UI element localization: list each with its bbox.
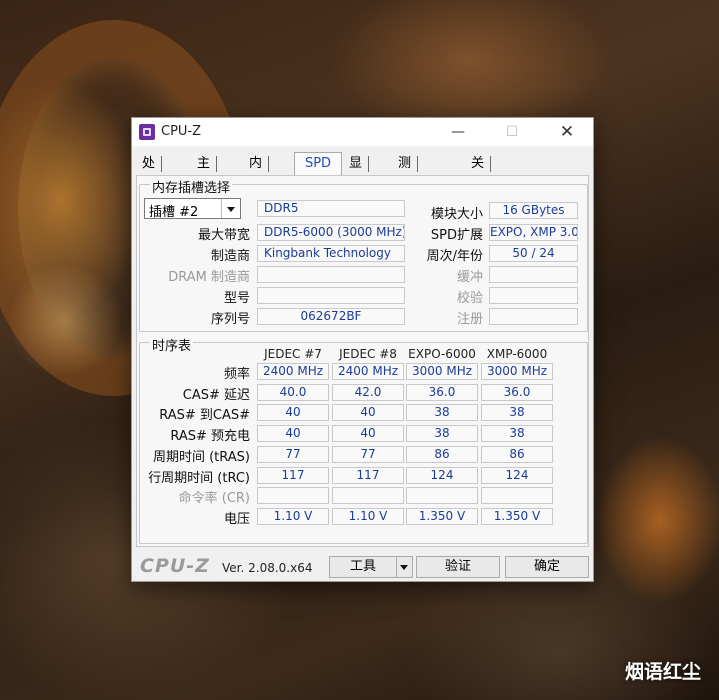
label-part-number: 型号 xyxy=(223,291,250,306)
label-module-size: 模块大小 xyxy=(430,207,483,222)
tab-graphics[interactable]: 显卡 xyxy=(345,153,370,192)
label-buffered: 缓冲 xyxy=(456,270,483,285)
label-correction: 校验 xyxy=(456,291,483,306)
timing-cell: 36.0 xyxy=(406,384,478,401)
slot-select[interactable]: 插槽 #2 xyxy=(144,198,241,220)
timing-cell xyxy=(406,487,478,504)
serial-field: 062672BF xyxy=(257,308,405,325)
module-size-field: 16 GBytes xyxy=(489,202,578,219)
timing-cell: 1.350 V xyxy=(481,508,553,525)
timing-row-label: 周期时间 (tRAS) xyxy=(152,450,250,465)
version-text: Ver. 2.08.0.x64 xyxy=(222,561,313,575)
manufacturer-field: Kingbank Technology xyxy=(257,245,405,262)
validate-button[interactable]: 验证 xyxy=(416,556,500,578)
timing-cell: 77 xyxy=(332,446,404,463)
cpuz-logo: CPU-Z xyxy=(140,555,210,577)
timing-cell: 38 xyxy=(406,425,478,442)
timing-cell: 117 xyxy=(332,467,404,484)
tab-bench[interactable]: 测试分数 xyxy=(394,153,419,234)
tools-dropdown-button[interactable] xyxy=(396,556,413,578)
buffered-field xyxy=(489,266,578,283)
timing-cell: 117 xyxy=(257,467,329,484)
timing-cell: 38 xyxy=(481,425,553,442)
watermark-text: 烟语红尘 xyxy=(624,661,701,683)
close-button[interactable]: ✕ xyxy=(552,122,582,142)
timing-cell: 3000 MHz xyxy=(481,363,553,380)
tab-processor[interactable]: 处理器 xyxy=(138,153,163,213)
timing-cell xyxy=(481,487,553,504)
window-title: CPU-Z xyxy=(161,124,202,139)
timing-cell: 3000 MHz xyxy=(406,363,478,380)
timing-col-header: XMP-6000 xyxy=(486,347,548,361)
timing-cell xyxy=(257,487,329,504)
label-registered: 注册 xyxy=(456,312,483,327)
spd-ext-field: EXPO, XMP 3.0 xyxy=(489,224,578,241)
dram-manufacturer-field xyxy=(257,266,405,283)
timing-cell: 40 xyxy=(257,425,329,442)
timing-cell: 38 xyxy=(406,404,478,421)
timing-cell: 86 xyxy=(406,446,478,463)
tab-label: SPD xyxy=(304,156,332,171)
correction-field xyxy=(489,287,578,304)
group-title: 时序表 xyxy=(150,335,194,354)
tab-mainboard[interactable]: 主板 xyxy=(193,153,218,192)
timing-cell: 40 xyxy=(332,425,404,442)
label-week-year: 周次/年份 xyxy=(426,249,483,264)
timing-row-label: 命令率 (CR) xyxy=(178,491,250,506)
timing-cell: 2400 MHz xyxy=(257,363,329,380)
timing-cell: 1.10 V xyxy=(257,508,329,525)
registered-field xyxy=(489,308,578,325)
tab-spd[interactable]: SPD xyxy=(294,152,342,176)
label-spd-ext: SPD扩展 xyxy=(430,228,483,243)
tab-memory[interactable]: 内存 xyxy=(245,153,270,192)
memory-type-field: DDR5 xyxy=(257,200,405,217)
label-max-bandwidth: 最大带宽 xyxy=(197,228,250,243)
part-number-field xyxy=(257,287,405,304)
timing-row-label: CAS# 延迟 xyxy=(182,388,250,403)
timing-row-label: 电压 xyxy=(223,512,250,527)
tools-button[interactable]: 工具 xyxy=(329,556,397,578)
timing-row-label: 行周期时间 (tRC) xyxy=(148,471,250,486)
timing-cell: 124 xyxy=(406,467,478,484)
slot-select-value: 插槽 #2 xyxy=(149,205,199,220)
chevron-down-icon xyxy=(221,199,240,218)
timing-cell: 86 xyxy=(481,446,553,463)
tab-about[interactable]: 关于 xyxy=(467,153,492,192)
timing-row-label: RAS# 预充电 xyxy=(170,429,250,444)
cpuz-window: CPU-Z — ☐ ✕ 处理器 主板 内存 SPD 显卡 测试分数 关于 内存插… xyxy=(131,117,594,582)
timing-col-header: JEDEC #8 xyxy=(339,347,397,361)
cpuz-app-icon xyxy=(139,124,155,140)
maximize-button[interactable]: ☐ xyxy=(497,122,527,142)
max-bandwidth-field: DDR5-6000 (3000 MHz) xyxy=(257,224,405,241)
timing-col-header: JEDEC #7 xyxy=(264,347,322,361)
timing-row-label: 频率 xyxy=(223,367,250,382)
title-bar[interactable]: CPU-Z — ☐ ✕ xyxy=(132,118,593,146)
timing-cell xyxy=(332,487,404,504)
timing-cell: 40 xyxy=(257,404,329,421)
label-serial: 序列号 xyxy=(210,312,250,327)
label-manufacturer: 制造商 xyxy=(210,249,250,264)
timing-cell: 38 xyxy=(481,404,553,421)
timing-col-header: EXPO-6000 xyxy=(408,347,476,361)
background-glow xyxy=(10,260,120,380)
timing-cell: 1.350 V xyxy=(406,508,478,525)
timing-cell: 36.0 xyxy=(481,384,553,401)
group-title: 内存插槽选择 xyxy=(150,177,233,196)
timing-cell: 2400 MHz xyxy=(332,363,404,380)
minimize-button[interactable]: — xyxy=(443,122,473,142)
timing-cell: 40.0 xyxy=(257,384,329,401)
timing-row-label: RAS# 到CAS# xyxy=(159,408,250,423)
label-dram-manufacturer: DRAM 制造商 xyxy=(168,270,250,285)
timing-cell: 42.0 xyxy=(332,384,404,401)
timing-cell: 124 xyxy=(481,467,553,484)
timing-cell: 40 xyxy=(332,404,404,421)
timing-cell: 1.10 V xyxy=(332,508,404,525)
week-year-field: 50 / 24 xyxy=(489,245,578,262)
timing-cell: 77 xyxy=(257,446,329,463)
ok-button[interactable]: 确定 xyxy=(505,556,589,578)
